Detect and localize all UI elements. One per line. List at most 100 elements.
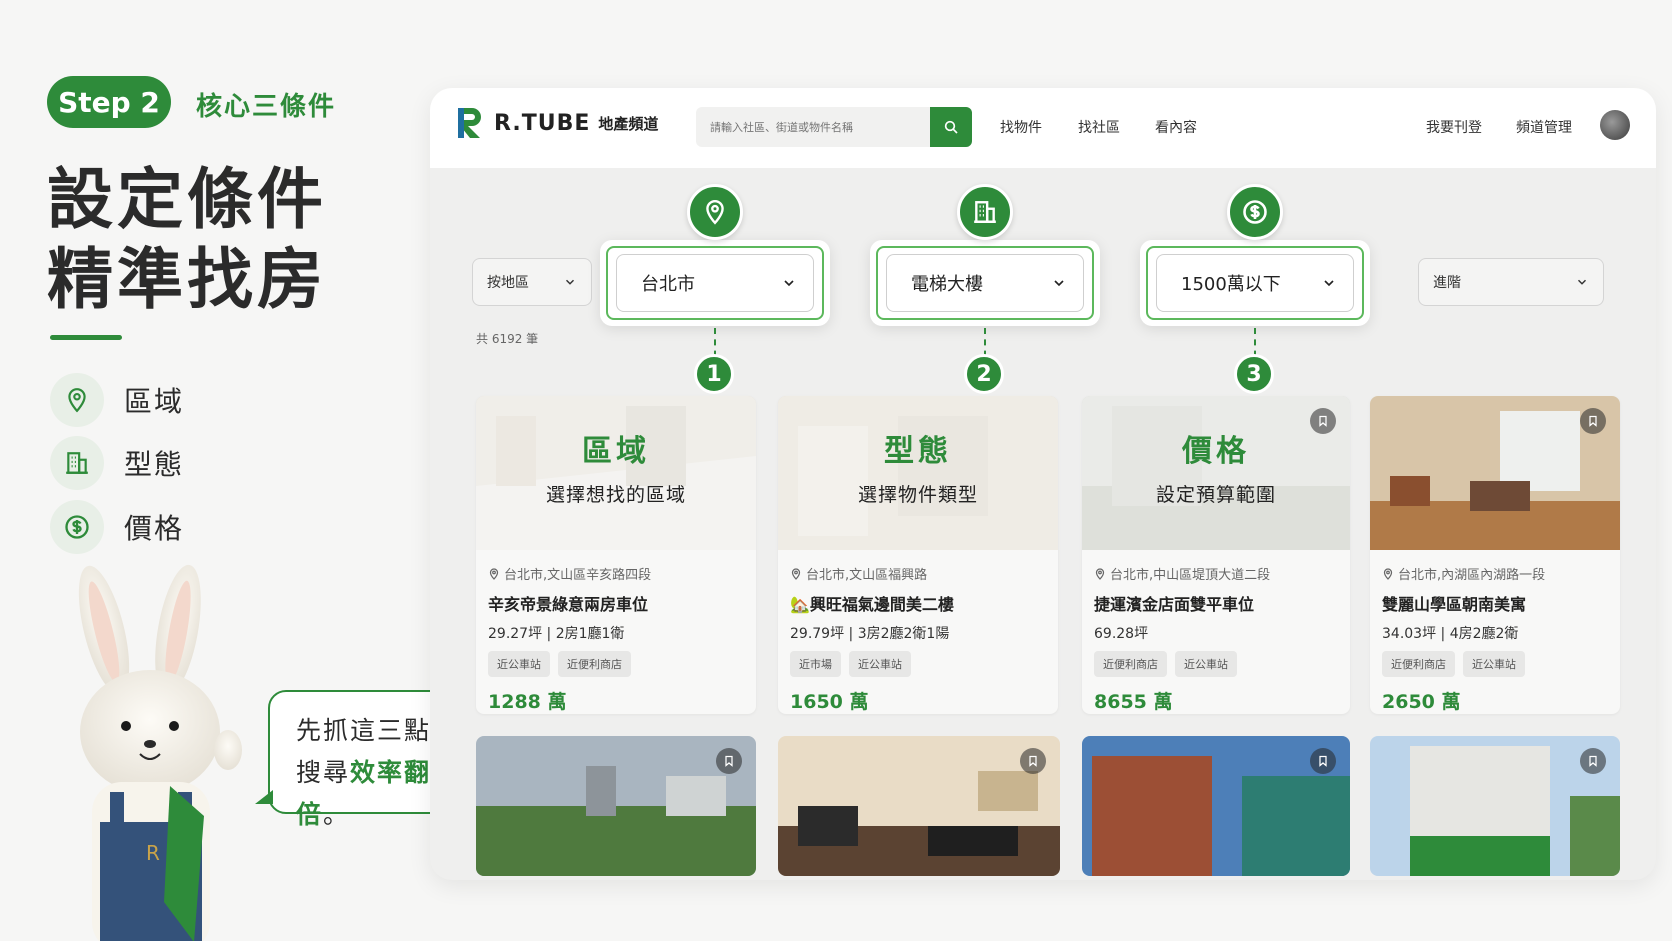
advanced-value: 進階 xyxy=(1433,275,1461,291)
listing-card[interactable]: 價格 設定預算範圍 台北市,中山區堤頂大道二段 捷運濱金店面雙平車位 69.28… xyxy=(1082,396,1350,714)
nav-link-channel-admin[interactable]: 頻道管理 xyxy=(1516,117,1572,137)
chevron-down-icon xyxy=(1054,280,1064,287)
headline-line-1: 設定條件 xyxy=(47,161,327,238)
listing-location: 台北市,內湖區內湖路一段 xyxy=(1382,564,1608,583)
tag: 近便利商店 xyxy=(1382,651,1455,677)
callout-desc: 設定預算範圍 xyxy=(1155,484,1276,506)
location-pin-icon xyxy=(1383,567,1393,580)
bookmark-button[interactable] xyxy=(1580,748,1606,774)
step-badge: Step 2 xyxy=(47,76,171,128)
tag: 近便利商店 xyxy=(1094,651,1167,677)
search-bar xyxy=(696,107,972,147)
speech-prefix: 搜尋 xyxy=(296,758,351,787)
condition-type: 型態 xyxy=(50,436,184,490)
listing-location: 台北市,文山區辛亥路四段 xyxy=(488,564,744,583)
area-mode-value: 按地區 xyxy=(487,275,529,291)
chevron-down-icon xyxy=(1577,279,1587,285)
type-select[interactable]: 電梯大樓 xyxy=(886,254,1084,312)
bookmark-button[interactable] xyxy=(716,748,742,774)
rtube-logo-icon xyxy=(458,108,481,138)
listing-card[interactable] xyxy=(1082,736,1350,876)
step-number-badge: 2 xyxy=(964,354,1004,394)
chevron-down-icon xyxy=(784,280,794,287)
nav-link-find-listing[interactable]: 找物件 xyxy=(1000,117,1042,137)
listing-card[interactable] xyxy=(1370,736,1620,876)
listing-spec: 29.27坪 | 2房1廳1衛 xyxy=(488,626,625,642)
brand-name: R.TUBE xyxy=(494,110,591,136)
logo[interactable]: R.TUBE 地產頻道 xyxy=(456,106,658,140)
step-subtitle: 核心三條件 xyxy=(196,92,337,122)
listing-card[interactable] xyxy=(778,736,1060,876)
nav-link-post-listing[interactable]: 我要刊登 xyxy=(1426,117,1482,137)
tag: 近公車站 xyxy=(849,651,911,677)
listing-tags: 近市場 近公車站 xyxy=(790,651,1046,677)
listing-tags: 近便利商店 近公車站 xyxy=(1094,651,1338,677)
location-pin-icon xyxy=(791,567,801,580)
building-icon xyxy=(50,436,104,490)
area-mode-select[interactable]: 按地區 xyxy=(472,258,592,306)
avatar[interactable] xyxy=(1600,110,1630,140)
bookmark-button[interactable] xyxy=(1020,748,1046,774)
nav-link-find-community[interactable]: 找社區 xyxy=(1078,117,1120,137)
listing-tags: 近公車站 近便利商店 xyxy=(488,651,744,677)
top-nav: R.TUBE 地產頻道 找物件 找社區 看內容 我要刊登 頻道管理 xyxy=(430,88,1656,168)
brand-sub: 地產頻道 xyxy=(598,114,659,133)
bookmark-button[interactable] xyxy=(1580,408,1606,434)
headline: 設定條件 精準找房 xyxy=(47,160,327,320)
callout-overlay: 區域 選擇想找的區域 xyxy=(476,396,756,550)
listing-title: 🏡興旺福氣邊間美二樓 xyxy=(790,595,954,614)
listing-spec: 29.79坪 | 3房2廳2衛1陽 xyxy=(790,626,950,642)
search-button[interactable] xyxy=(930,107,972,147)
bookmark-button[interactable] xyxy=(1310,748,1336,774)
listing-card[interactable]: 台北市,內湖區內湖路一段 雙麗山學區朝南美寓 34.03坪 | 4房2廳2衛 近… xyxy=(1370,396,1620,714)
nav-link-content[interactable]: 看內容 xyxy=(1155,117,1197,137)
divider xyxy=(50,335,122,340)
bookmark-icon xyxy=(1589,415,1597,427)
city-value: 台北市 xyxy=(641,274,695,295)
callout-title: 型態 xyxy=(884,434,952,469)
rabbit-mascot-illustration: R xyxy=(78,564,242,941)
condition-area: 區域 xyxy=(50,373,184,427)
chevron-down-icon xyxy=(1324,280,1334,287)
location-pin-icon xyxy=(687,184,743,240)
svg-text:R: R xyxy=(146,841,160,865)
price-select[interactable]: 1500萬以下 xyxy=(1156,254,1354,312)
tag: 近公車站 xyxy=(488,651,550,677)
price-filter-highlight: 1500萬以下 xyxy=(1140,240,1370,326)
tag: 近便利商店 xyxy=(558,651,631,677)
location-pin-icon xyxy=(489,567,499,580)
tag: 近市場 xyxy=(790,651,841,677)
bookmark-icon xyxy=(1029,755,1037,767)
listing-title: 捷運濱金店面雙平車位 xyxy=(1094,595,1255,614)
search-icon xyxy=(944,120,958,134)
city-select[interactable]: 台北市 xyxy=(616,254,814,312)
listing-price: 1288 萬 xyxy=(488,691,567,713)
listing-card[interactable]: 區域 選擇想找的區域 台北市,文山區辛亥路四段 辛亥帝景綠意兩房車位 29.27… xyxy=(476,396,756,714)
search-input[interactable] xyxy=(696,107,926,147)
dollar-circle-icon xyxy=(50,500,104,554)
app-window: R.TUBE 地產頻道 找物件 找社區 看內容 我要刊登 頻道管理 按地區 台北… xyxy=(430,88,1656,880)
advanced-select[interactable]: 進階 xyxy=(1418,258,1604,306)
listing-card[interactable]: 型態 選擇物件類型 台北市,文山區福興路 🏡興旺福氣邊間美二樓 29.79坪 |… xyxy=(778,396,1058,714)
listing-price: 8655 萬 xyxy=(1094,691,1173,713)
listing-price: 1650 萬 xyxy=(790,691,869,713)
condition-label-price: 價格 xyxy=(124,512,185,545)
result-count: 共 6192 筆 xyxy=(476,332,539,346)
listing-card[interactable] xyxy=(476,736,756,876)
bookmark-icon xyxy=(725,755,733,767)
listing-title: 雙麗山學區朝南美寓 xyxy=(1382,595,1527,614)
city-filter-highlight: 台北市 xyxy=(600,240,830,326)
price-value: 1500萬以下 xyxy=(1181,274,1281,295)
listing-spec: 69.28坪 xyxy=(1094,626,1149,642)
dollar-circle-icon xyxy=(1227,184,1283,240)
listing-title: 辛亥帝景綠意兩房車位 xyxy=(488,595,649,614)
callout-desc: 選擇物件類型 xyxy=(857,484,978,506)
location-pin-icon xyxy=(1095,567,1105,580)
listing-location: 台北市,文山區福興路 xyxy=(790,564,1046,583)
condition-label-type: 型態 xyxy=(124,448,185,481)
listing-location: 台北市,中山區堤頂大道二段 xyxy=(1094,564,1338,583)
listing-info: 台北市,文山區福興路 🏡興旺福氣邊間美二樓 29.79坪 | 3房2廳2衛1陽 … xyxy=(790,564,1046,714)
callout-title: 區域 xyxy=(582,434,650,469)
bookmark-button[interactable] xyxy=(1310,408,1336,434)
tag: 近公車站 xyxy=(1463,651,1525,677)
